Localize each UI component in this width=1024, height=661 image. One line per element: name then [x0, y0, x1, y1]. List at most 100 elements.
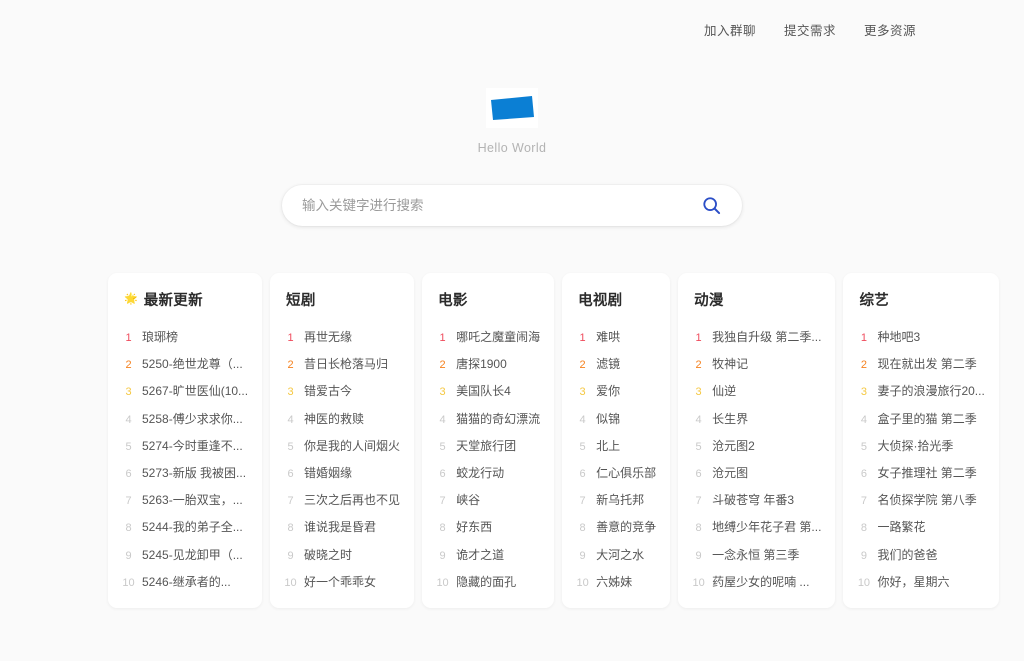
- list-item[interactable]: 4长生界: [692, 405, 821, 432]
- list-item[interactable]: 7新乌托邦: [576, 486, 656, 513]
- list-item[interactable]: 8一路繁花: [857, 513, 984, 540]
- rank-title: 谁说我是昏君: [304, 518, 400, 535]
- list-item[interactable]: 7斗破苍穹 年番3: [692, 486, 821, 513]
- list-item[interactable]: 35267-旷世医仙(10...: [122, 377, 248, 404]
- logo-caption: Hello World: [478, 141, 547, 155]
- rank-title: 北上: [596, 437, 656, 454]
- list-item[interactable]: 6 错婚姻缘: [284, 459, 400, 486]
- list-item[interactable]: 7峡谷: [436, 486, 540, 513]
- list-item[interactable]: 1琅琊榜: [122, 323, 248, 350]
- list-item[interactable]: 25250-绝世龙尊（...: [122, 350, 248, 377]
- rank-title: 5267-旷世医仙(10...: [142, 382, 248, 399]
- list-item[interactable]: 9大河之水: [576, 541, 656, 568]
- rank-number: 7: [122, 495, 135, 507]
- rank-card-latest-updates: 🌟 最新更新 1琅琊榜 25250-绝世龙尊（... 35267-旷世医仙(10…: [108, 273, 262, 608]
- search-input[interactable]: [302, 185, 696, 226]
- nav-link-more-resources[interactable]: 更多资源: [864, 20, 916, 39]
- list-item[interactable]: 9诡才之道: [436, 541, 540, 568]
- list-item[interactable]: 2唐探1900: [436, 350, 540, 377]
- list-item[interactable]: 5北上: [576, 432, 656, 459]
- list-item[interactable]: 3仙逆: [692, 377, 821, 404]
- list-item[interactable]: 4猫猫的奇幻漂流: [436, 405, 540, 432]
- list-item[interactable]: 6仁心俱乐部: [576, 459, 656, 486]
- list-item[interactable]: 6女子推理社 第二季: [857, 459, 984, 486]
- rank-title: 滤镜: [596, 355, 656, 372]
- list-item[interactable]: 1哪吒之魔童闹海: [436, 323, 540, 350]
- list-item[interactable]: 2 滤镜: [576, 350, 656, 377]
- rank-number: 6: [284, 468, 297, 480]
- rank-number: 6: [692, 468, 705, 480]
- rank-title: 错婚姻缘: [304, 464, 400, 481]
- rank-title: 神医的救赎: [304, 410, 400, 427]
- rank-number: 9: [284, 550, 297, 562]
- list-item[interactable]: 8好东西: [436, 513, 540, 540]
- list-item[interactable]: 1我独自升级 第二季...: [692, 323, 821, 350]
- list-item[interactable]: 65273-新版 我被困...: [122, 459, 248, 486]
- list-item[interactable]: 85244-我的弟子全...: [122, 513, 248, 540]
- list-item[interactable]: 2现在就出发 第二季: [857, 350, 984, 377]
- rank-number: 1: [576, 332, 589, 344]
- list-item[interactable]: 5大侦探·拾光季: [857, 432, 984, 459]
- rank-title: 长生界: [712, 410, 821, 427]
- list-item[interactable]: 105246-继承者的...: [122, 568, 248, 595]
- list-item[interactable]: 4盒子里的猫 第二季: [857, 405, 984, 432]
- list-item[interactable]: 10药屋少女的呢喃 ...: [692, 568, 821, 595]
- search-box[interactable]: [282, 185, 742, 226]
- list-item[interactable]: 1再世无缘: [284, 323, 400, 350]
- list-item[interactable]: 4似锦: [576, 405, 656, 432]
- list-item[interactable]: 9破晓之时: [284, 541, 400, 568]
- list-item[interactable]: 2昔日长枪落马归: [284, 350, 400, 377]
- list-item[interactable]: 3爱你: [576, 377, 656, 404]
- list-item[interactable]: 4神医的救赎: [284, 405, 400, 432]
- list-item[interactable]: 1种地吧3: [857, 323, 984, 350]
- list-item[interactable]: 3错爱古今: [284, 377, 400, 404]
- list-item[interactable]: 55274-今时重逢不...: [122, 432, 248, 459]
- list-item[interactable]: 8地缚少年花子君 第...: [692, 513, 821, 540]
- list-item[interactable]: 6沧元图: [692, 459, 821, 486]
- rank-title: 琅琊榜: [142, 328, 248, 345]
- list-item[interactable]: 8谁说我是昏君: [284, 513, 400, 540]
- list-item[interactable]: 45258-傅少求求你...: [122, 405, 248, 432]
- list-item[interactable]: 75263-一胎双宝，...: [122, 486, 248, 513]
- rank-number: 2: [857, 359, 870, 371]
- star-badge-icon: 🌟: [124, 294, 138, 305]
- card-title: 综艺: [859, 289, 889, 310]
- list-item[interactable]: 7名侦探学院 第八季: [857, 486, 984, 513]
- list-item[interactable]: 9一念永恒 第三季: [692, 541, 821, 568]
- list-item[interactable]: 3美国队长4: [436, 377, 540, 404]
- rank-title: 地缚少年花子君 第...: [712, 518, 821, 535]
- rank-title: 六姊妹: [596, 573, 656, 590]
- list-item[interactable]: 6蛟龙行动: [436, 459, 540, 486]
- nav-link-submit-request[interactable]: 提交需求: [784, 20, 836, 39]
- rank-title: 我独自升级 第二季...: [712, 328, 821, 345]
- list-item[interactable]: 5你是我的人间烟火: [284, 432, 400, 459]
- list-item[interactable]: 10六姊妹: [576, 568, 656, 595]
- rank-title: 昔日长枪落马归: [304, 355, 400, 372]
- rank-title: 隐藏的面孔: [456, 573, 540, 590]
- rank-number: 7: [576, 495, 589, 507]
- list-item[interactable]: 10 隐藏的面孔: [436, 568, 540, 595]
- rank-title: 5245-见龙卸甲（...: [142, 546, 248, 563]
- list-item[interactable]: 3妻子的浪漫旅行20...: [857, 377, 984, 404]
- rank-title: 哪吒之魔童闹海: [456, 328, 540, 345]
- list-item[interactable]: 9我们的爸爸: [857, 541, 984, 568]
- list-item[interactable]: 5沧元图2: [692, 432, 821, 459]
- nav-link-join-group[interactable]: 加入群聊: [704, 20, 756, 39]
- list-item[interactable]: 10你好，星期六: [857, 568, 984, 595]
- rank-list: 1难哄 2滤镜 3爱你 4似锦 5北上 6仁心俱乐部 7新乌托邦 8善意的竞争 …: [576, 323, 656, 595]
- list-item[interactable]: 5天堂旅行团: [436, 432, 540, 459]
- rank-number: 10: [436, 577, 449, 589]
- rank-title: 种地吧3: [877, 328, 984, 345]
- rank-title: 诡才之道: [456, 546, 540, 563]
- list-item[interactable]: 8善意的竞争: [576, 513, 656, 540]
- list-item[interactable]: 10好一个乖乖女: [284, 568, 400, 595]
- list-item[interactable]: 7三次之后再也不见: [284, 486, 400, 513]
- rank-number: 6: [436, 468, 449, 480]
- list-item[interactable]: 2牧神记: [692, 350, 821, 377]
- list-item[interactable]: 95245-见龙卸甲（...: [122, 541, 248, 568]
- search-button[interactable]: [696, 191, 726, 221]
- rank-title: 5246-继承者的...: [142, 573, 248, 590]
- list-item[interactable]: 1难哄: [576, 323, 656, 350]
- rank-title: 斗破苍穹 年番3: [712, 491, 821, 508]
- rank-number: 2: [576, 359, 589, 371]
